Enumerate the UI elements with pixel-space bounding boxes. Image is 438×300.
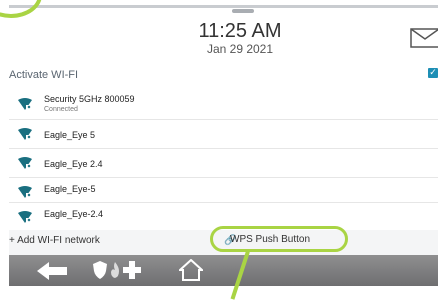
back-arrow-icon[interactable]: [37, 262, 67, 285]
clock-date: Jan 29 2021: [206, 42, 274, 56]
wifi-signal-icon: [18, 127, 32, 145]
add-wifi-network-button[interactable]: + Add WI-FI network: [9, 235, 100, 246]
network-name: Eagle_Eye 5: [44, 130, 96, 140]
medical-cross-icon[interactable]: [123, 261, 141, 284]
network-row[interactable]: Eagle_Eye 2.4: [9, 149, 438, 177]
clock-time: 11:25 AM: [198, 20, 282, 42]
network-row[interactable]: Eagle_Eye 5: [9, 120, 438, 148]
wifi-signal-icon: [18, 156, 32, 174]
wps-highlight-ring: [210, 226, 348, 252]
network-row[interactable]: Security 5GHz 800059 Connected: [9, 90, 438, 118]
security-shield-icon[interactable]: [93, 261, 107, 284]
bottom-nav-bar: [9, 255, 438, 286]
activate-wifi-checkbox[interactable]: ✓: [428, 68, 438, 78]
wifi-signal-icon: [18, 210, 32, 228]
wifi-signal-icon: [18, 97, 32, 115]
network-name: Eagle_Eye 2.4: [44, 159, 103, 169]
network-name: Security 5GHz 800059: [44, 94, 135, 104]
network-name: Eagle_Eye-2.4: [44, 209, 104, 219]
pull-down-handle[interactable]: [232, 9, 254, 13]
envelope-icon[interactable]: [410, 28, 438, 53]
wifi-signal-icon: [18, 185, 32, 203]
fire-icon[interactable]: [109, 262, 121, 283]
home-icon[interactable]: [177, 258, 205, 286]
activate-wifi-label: Activate WI-FI: [9, 69, 79, 81]
network-name: Eagle_Eye-5: [44, 184, 96, 194]
network-status: Connected: [44, 106, 78, 113]
